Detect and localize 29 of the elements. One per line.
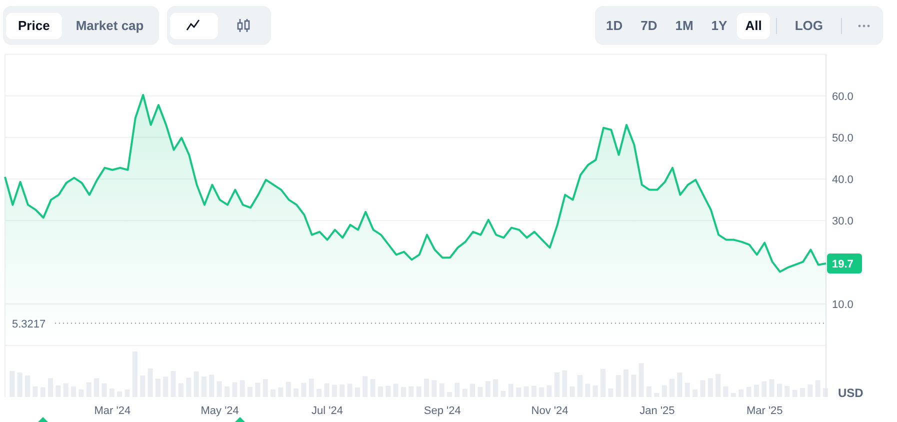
log-scale-button[interactable]: LOG	[782, 12, 835, 38]
range-tab[interactable]: 1M	[667, 12, 702, 38]
current-price-badge: 19.7	[827, 253, 862, 274]
x-axis-label: Mar '25	[746, 405, 783, 417]
x-axis-label: Mar '24	[94, 405, 131, 417]
x-axis-label: Jul '24	[312, 405, 343, 417]
x-axis-label: Jan '25	[640, 405, 675, 417]
y-axis-label: 50.0	[832, 132, 854, 144]
metric-tab[interactable]: Price	[6, 12, 62, 38]
currency-label: USD	[838, 386, 864, 400]
candlestick-icon	[236, 18, 252, 33]
range-tab[interactable]: 7D	[632, 12, 666, 38]
event-marker-icon[interactable]	[38, 417, 48, 422]
y-axis-label: 30.0	[832, 216, 854, 228]
line-chart-icon	[186, 18, 202, 33]
y-axis-label: 40.0	[832, 174, 854, 186]
range-tab[interactable]: 1D	[598, 12, 631, 38]
more-icon	[858, 24, 870, 28]
line-chart-button[interactable]	[170, 12, 218, 38]
metric-tab[interactable]: Market cap	[64, 12, 156, 38]
event-marker-icon[interactable]	[235, 417, 245, 422]
range-tab[interactable]: All	[737, 12, 770, 38]
x-axis-label: May '24	[200, 405, 239, 417]
range-tab[interactable]: 1Y	[703, 12, 736, 38]
y-axis-label: 10.0	[832, 298, 854, 311]
y-axis-label: 60.0	[832, 90, 854, 103]
low-price-label: 5.3217	[12, 318, 46, 330]
x-axis-label: Sep '24	[424, 405, 461, 417]
x-axis-label: Nov '24	[531, 405, 568, 417]
